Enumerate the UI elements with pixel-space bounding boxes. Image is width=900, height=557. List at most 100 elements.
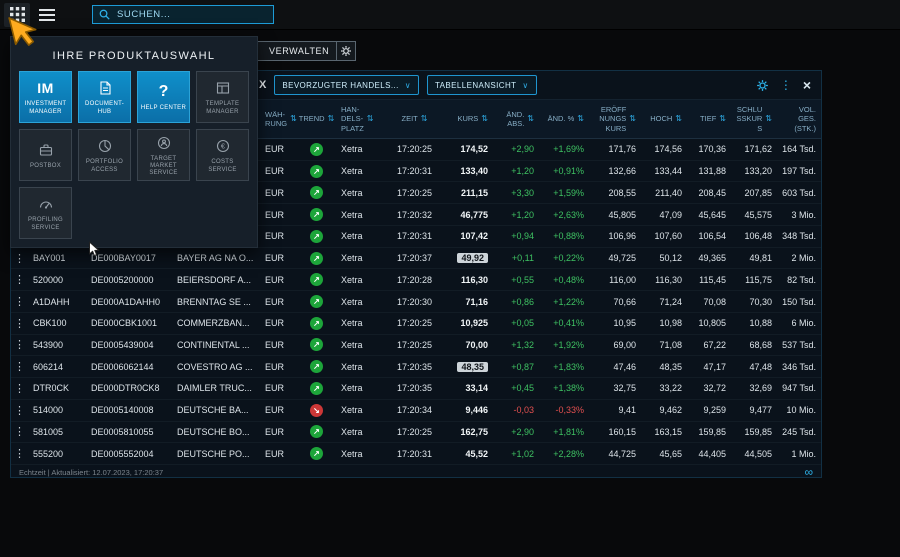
column-label: ÄND. ABS.: [506, 110, 524, 129]
app-tile-investment-manager[interactable]: IM INVESTMENT MANAGER: [19, 71, 72, 123]
sort-icon[interactable]: ⇅: [290, 114, 297, 124]
sort-icon[interactable]: ⇅: [765, 114, 772, 124]
row-menu-button[interactable]: ⋮: [11, 356, 31, 377]
wkn-cell: 581005: [31, 422, 89, 443]
close-cell: 32,69: [731, 378, 777, 399]
column-header-chg_abs[interactable]: ÄND. ABS.⇅: [493, 100, 539, 138]
table-row[interactable]: ⋮DTR0CKDE000DTR0CK8DAIMLER TRUC...EUR↗Xe…: [11, 378, 821, 400]
app-tile-document-hub[interactable]: DOCUMENT-HUB: [78, 71, 131, 123]
price-cell: 9,446: [441, 400, 493, 421]
column-header-open[interactable]: ERÖFF NUNGS KURS⇅: [589, 100, 641, 138]
column-header-high[interactable]: HOCH⇅: [641, 100, 687, 138]
app-tile-target-market-service[interactable]: TARGET MARKET SERVICE: [137, 129, 190, 181]
column-header-chg_pct[interactable]: ÄND. %⇅: [539, 100, 589, 138]
row-menu-button[interactable]: ⋮: [11, 422, 31, 443]
venue-cell: Xetra: [339, 248, 391, 269]
trend-cell: ↘: [297, 400, 339, 421]
preferred-venue-select[interactable]: BEVORZUGTER HANDELS... ∨: [274, 75, 419, 95]
row-menu-button[interactable]: ⋮: [11, 248, 31, 269]
row-menu-button[interactable]: ⋮: [11, 269, 31, 290]
trend-up-icon: ↗: [310, 447, 323, 460]
change-abs-cell: +2,90: [493, 139, 539, 160]
currency-cell: EUR: [263, 422, 297, 443]
tile-label: PORTFOLIO ACCESS: [79, 159, 130, 173]
column-header-low[interactable]: TIEF⇅: [687, 100, 731, 138]
app-tile-profiling-service[interactable]: PROFILING SERVICE: [19, 187, 72, 239]
currency-cell: EUR: [263, 335, 297, 356]
close-cell: 44,505: [731, 443, 777, 464]
table-row[interactable]: ⋮A1DAHHDE000A1DAHH0BRENNTAG SE ...EUR↗Xe…: [11, 291, 821, 313]
apps-grid-button[interactable]: [4, 3, 30, 27]
column-header-currency[interactable]: WÄH- RUNG⇅: [263, 100, 297, 138]
column-header-price[interactable]: KURS⇅: [441, 100, 493, 138]
row-menu-button[interactable]: ⋮: [11, 335, 31, 356]
app-tile-postbox[interactable]: POSTBOX: [19, 129, 72, 181]
panel-settings-button[interactable]: [756, 79, 769, 92]
close-cell: 133,20: [731, 161, 777, 182]
sort-icon[interactable]: ⇅: [629, 114, 636, 124]
toolbar-settings-button[interactable]: [336, 41, 356, 61]
table-row[interactable]: ⋮CBK100DE000CBK1001COMMERZBAN...EUR↗Xetr…: [11, 313, 821, 335]
table-view-select[interactable]: TABELLENANSICHT ∨: [427, 75, 537, 95]
app-tile-portfolio-access[interactable]: PORTFOLIO ACCESS: [78, 129, 131, 181]
sort-icon[interactable]: ⇅: [481, 114, 488, 124]
search-box[interactable]: [92, 5, 274, 24]
change-pct-cell: +1,69%: [539, 139, 589, 160]
sort-icon[interactable]: ⇅: [328, 114, 335, 124]
table-row[interactable]: ⋮514000DE0005140008DEUTSCHE BA...EUR↘Xet…: [11, 400, 821, 422]
pie-chart-icon: [97, 136, 113, 156]
column-header-trend[interactable]: TREND⇅: [297, 100, 339, 138]
trend-cell: ↗: [297, 248, 339, 269]
hamburger-menu-icon: [39, 9, 55, 21]
sort-icon[interactable]: ⇅: [421, 114, 428, 124]
search-input[interactable]: [115, 8, 267, 21]
sort-icon[interactable]: ⇅: [367, 114, 374, 124]
tile-label: TARGET MARKET SERVICE: [138, 156, 189, 178]
row-menu-button[interactable]: ⋮: [11, 378, 31, 399]
manage-button[interactable]: VERWALTEN: [256, 41, 342, 61]
venue-cell: Xetra: [339, 139, 391, 160]
change-abs-cell: +0,11: [493, 248, 539, 269]
low-cell: 106,54: [687, 226, 731, 247]
app-tile-template-manager[interactable]: TEMPLATE MANAGER: [196, 71, 249, 123]
column-label: ZEIT: [402, 114, 418, 123]
row-menu-button[interactable]: ⋮: [11, 400, 31, 421]
app-tile-costs-service[interactable]: € COSTS SERVICE: [196, 129, 249, 181]
wkn-cell: 514000: [31, 400, 89, 421]
currency-cell: EUR: [263, 248, 297, 269]
trend-up-icon: ↗: [310, 360, 323, 373]
close-cell: 207,85: [731, 182, 777, 203]
row-menu-button[interactable]: ⋮: [11, 313, 31, 334]
table-row[interactable]: ⋮BAY001DE000BAY0017BAYER AG NA O...EUR↗X…: [11, 248, 821, 270]
briefcase-icon: [38, 140, 54, 160]
column-header-time[interactable]: ZEIT⇅: [391, 100, 441, 138]
row-menu-button[interactable]: ⋮: [11, 291, 31, 312]
venue-cell: Xetra: [339, 291, 391, 312]
wkn-cell: 555200: [31, 443, 89, 464]
main-menu-button[interactable]: [34, 3, 60, 27]
sort-icon[interactable]: ⇅: [527, 114, 534, 124]
low-cell: 159,85: [687, 422, 731, 443]
row-menu-button[interactable]: ⋮: [11, 443, 31, 464]
high-cell: 211,40: [641, 182, 687, 203]
column-header-venue[interactable]: HAN- DELS- PLATZ⇅: [339, 100, 391, 138]
sort-icon[interactable]: ⇅: [675, 114, 682, 124]
change-pct-cell: -0,33%: [539, 400, 589, 421]
risk-gauge-icon: [38, 194, 54, 214]
sort-icon[interactable]: ⇅: [719, 114, 726, 124]
price-cell: 116,30: [441, 269, 493, 290]
high-cell: 10,98: [641, 313, 687, 334]
app-tile-help-center[interactable]: ? HELP CENTER: [137, 71, 190, 123]
sort-icon[interactable]: ⇅: [577, 114, 584, 124]
table-row[interactable]: ⋮555200DE0005552004DEUTSCHE PO...EUR↗Xet…: [11, 443, 821, 465]
panel-menu-button[interactable]: ⋮: [780, 79, 792, 91]
venue-cell: Xetra: [339, 335, 391, 356]
svg-text:€: €: [220, 142, 225, 151]
table-row[interactable]: ⋮543900DE0005439004CONTINENTAL ...EUR↗Xe…: [11, 335, 821, 357]
panel-close-button[interactable]: ×: [803, 78, 811, 92]
table-row[interactable]: ⋮581005DE0005810055DEUTSCHE BO...EUR↗Xet…: [11, 422, 821, 444]
column-header-close[interactable]: SCHLU SSKUR S⇅: [731, 100, 777, 138]
table-row[interactable]: ⋮606214DE0006062144COVESTRO AG ...EUR↗Xe…: [11, 356, 821, 378]
infinity-icon: ∞: [804, 466, 813, 478]
table-row[interactable]: ⋮520000DE0005200000BEIERSDORF A...EUR↗Xe…: [11, 269, 821, 291]
